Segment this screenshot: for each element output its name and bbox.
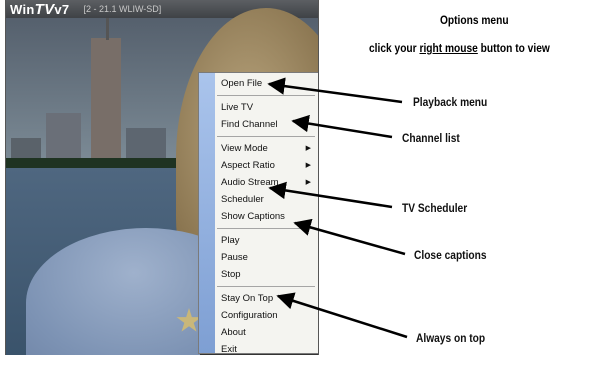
submenu-arrow-icon: ▶ xyxy=(305,162,311,169)
label-tv-scheduler: TV Scheduler xyxy=(402,201,468,215)
menu-item-stop[interactable]: Stop xyxy=(221,266,315,283)
menu-item-label: Find Channel xyxy=(221,119,278,130)
menu-item-scheduler[interactable]: Scheduler xyxy=(221,191,315,208)
logo-tv: TV xyxy=(34,0,55,18)
menu-item-view-mode[interactable]: View Mode ▶ xyxy=(221,140,315,157)
menu-item-label: Stop xyxy=(221,269,241,280)
menu-side-stripe xyxy=(199,73,215,353)
submenu-arrow-icon: ▶ xyxy=(305,179,311,186)
instruction-suffix: button to view xyxy=(477,41,550,55)
menu-item-label: About xyxy=(221,327,246,338)
right-click-instruction: click your right mouse button to view xyxy=(369,41,550,55)
menu-item-pause[interactable]: Pause xyxy=(221,249,315,266)
menu-item-find-channel[interactable]: Find Channel xyxy=(221,116,315,133)
menu-separator xyxy=(217,228,315,229)
options-menu-title: Options menu xyxy=(440,13,509,27)
menu-item-label: Live TV xyxy=(221,102,254,113)
menu-item-label: Pause xyxy=(221,252,248,263)
menu-item-aspect-ratio[interactable]: Aspect Ratio ▶ xyxy=(221,157,315,174)
instruction-right-mouse: right mouse xyxy=(419,41,478,55)
wintv-logo: WinTVv7 xyxy=(10,1,69,18)
instruction-prefix: click your xyxy=(369,41,420,55)
menu-separator xyxy=(217,136,315,137)
menu-item-label: Aspect Ratio xyxy=(221,160,275,171)
menu-item-configuration[interactable]: Configuration xyxy=(221,307,315,324)
menu-item-live-tv[interactable]: Live TV xyxy=(221,99,315,116)
menu-item-label: Scheduler xyxy=(221,194,264,205)
menu-item-stay-on-top[interactable]: Stay On Top xyxy=(221,290,315,307)
menu-item-play[interactable]: Play xyxy=(221,232,315,249)
label-playback-menu: Playback menu xyxy=(413,95,488,109)
submenu-arrow-icon: ▶ xyxy=(305,145,311,152)
menu-item-label: Play xyxy=(221,235,240,246)
menu-item-audio-stream[interactable]: Audio Stream ▶ xyxy=(221,174,315,191)
menu-item-label: Open File xyxy=(221,78,263,89)
menu-item-label: View Mode xyxy=(221,143,268,154)
options-context-menu[interactable]: Open File Live TV Find Channel View Mode… xyxy=(198,72,318,355)
menu-item-label: Stay On Top xyxy=(221,293,274,304)
menu-item-label: Audio Stream xyxy=(221,177,279,188)
label-close-captions: Close captions xyxy=(414,248,487,262)
antenna xyxy=(106,18,109,40)
menu-item-about[interactable]: About xyxy=(221,324,315,341)
channel-info: [2 - 21.1 WLIW-SD] xyxy=(83,4,162,14)
label-channel-list: Channel list xyxy=(402,131,460,145)
logo-suffix: v7 xyxy=(54,1,70,17)
label-always-on-top: Always on top xyxy=(416,331,486,345)
menu-separator xyxy=(217,286,315,287)
menu-item-label: Show Captions xyxy=(221,211,285,222)
logo-prefix: Win xyxy=(10,1,35,17)
menu-separator xyxy=(217,95,315,96)
menu-item-label: Exit xyxy=(221,344,237,355)
video-window[interactable]: WinTVv7 [2 - 21.1 WLIW-SD] Open File Liv… xyxy=(5,0,319,355)
menu-item-open-file[interactable]: Open File xyxy=(221,75,315,92)
menu-item-label: Configuration xyxy=(221,310,278,321)
menu-item-exit[interactable]: Exit xyxy=(221,341,315,355)
menu-item-show-captions[interactable]: Show Captions xyxy=(221,208,315,225)
